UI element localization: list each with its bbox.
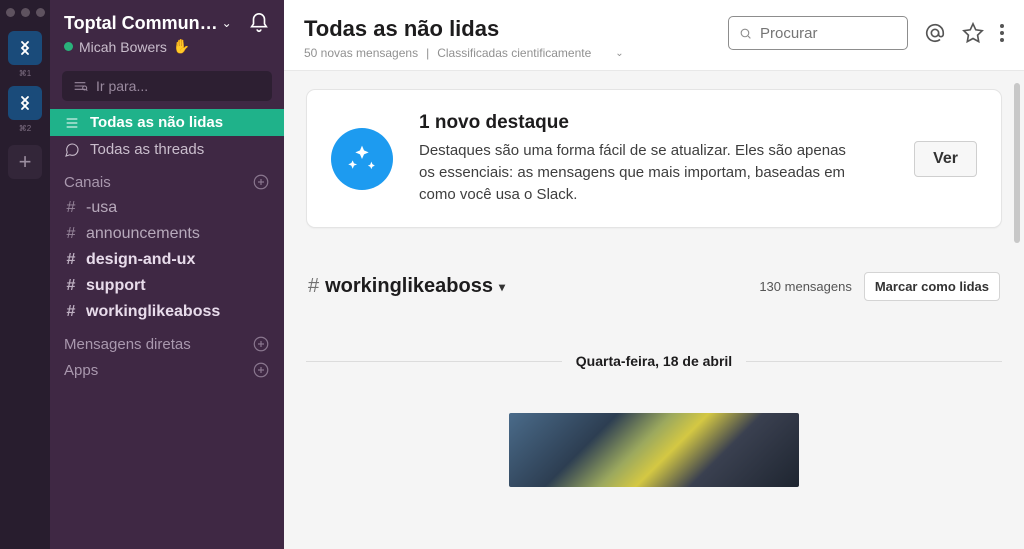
search-box[interactable] <box>728 16 908 50</box>
nav-threads-label: Todas as threads <box>90 141 204 158</box>
channel-item[interactable]: # support <box>50 273 284 299</box>
channel-name: announcements <box>86 225 200 243</box>
channel-name: design-and-ux <box>86 251 195 269</box>
search-input[interactable] <box>760 25 897 42</box>
channel-item[interactable]: # design-and-ux <box>50 247 284 273</box>
highlight-body: Destaques são uma forma fácil de se atua… <box>419 140 849 205</box>
workspace-shortcut-1: ⌘1 <box>19 69 31 78</box>
message-count: 130 mensagens <box>759 279 852 294</box>
workspace-name: Toptal Commun… <box>64 13 218 34</box>
more-menu-icon[interactable] <box>1000 24 1004 42</box>
threads-icon <box>64 142 80 158</box>
apps-section-header[interactable]: Apps <box>50 357 284 383</box>
hash-icon: # <box>64 251 78 269</box>
nav-unreads-label: Todas as não lidas <box>90 114 223 131</box>
channel-item[interactable]: # workinglikeaboss <box>50 299 284 325</box>
view-highlight-button[interactable]: Ver <box>914 141 977 177</box>
hash-icon: # <box>64 225 78 243</box>
channel-name: -usa <box>86 199 117 217</box>
sort-label: Classificadas cientificamente <box>437 46 591 60</box>
channels-section-header[interactable]: Canais <box>50 163 284 195</box>
channel-item[interactable]: # announcements <box>50 221 284 247</box>
search-icon <box>739 26 752 41</box>
user-name: Micah Bowers <box>79 39 167 55</box>
nav-all-threads[interactable]: Todas as threads <box>50 136 284 163</box>
caret-down-icon: ▾ <box>499 280 505 294</box>
dm-heading: Mensagens diretas <box>64 336 191 353</box>
unreads-icon <box>64 115 80 131</box>
window-controls[interactable] <box>6 8 45 17</box>
main-area: Todas as não lidas 50 novas mensagens | … <box>284 0 1024 549</box>
workspace-icon-2[interactable] <box>8 86 42 120</box>
channel-expand-toggle[interactable]: # workinglikeaboss ▾ <box>308 275 505 298</box>
scrollbar[interactable] <box>1014 83 1020 537</box>
sparkle-icon <box>331 128 393 190</box>
page-subtitle[interactable]: 50 novas mensagens | Classificadas cient… <box>304 46 624 60</box>
unread-count: 50 novas mensagens <box>304 46 418 60</box>
sidebar: Toptal Commun… ⌄ Micah Bowers ✋ Ir para.… <box>50 0 284 549</box>
mentions-icon[interactable] <box>924 22 946 44</box>
date-label: Quarta-feira, 18 de abril <box>576 353 732 369</box>
jump-to-input[interactable]: Ir para... <box>62 71 272 101</box>
highlight-card: 1 novo destaque Destaques são uma forma … <box>306 89 1002 228</box>
message-image[interactable] <box>509 413 799 487</box>
notifications-bell-icon[interactable] <box>248 12 270 34</box>
hash-icon: # <box>64 277 78 295</box>
scrollbar-thumb[interactable] <box>1014 83 1020 243</box>
hash-icon: # <box>308 275 319 298</box>
add-workspace-button[interactable]: + <box>8 145 42 179</box>
page-title: Todas as não lidas <box>304 16 624 42</box>
content-scroll[interactable]: 1 novo destaque Destaques são uma forma … <box>284 71 1024 549</box>
apps-heading: Apps <box>64 362 98 379</box>
add-dm-icon[interactable] <box>252 335 270 353</box>
hash-icon: # <box>64 303 78 321</box>
jump-icon <box>72 78 88 94</box>
date-divider: Quarta-feira, 18 de abril <box>306 353 1002 369</box>
workspace-rail: ⌘1 ⌘2 + <box>0 0 50 549</box>
channel-name: workinglikeaboss <box>325 275 493 298</box>
channel-name: workinglikeaboss <box>86 303 220 321</box>
star-icon[interactable] <box>962 22 984 44</box>
presence-indicator <box>64 42 73 51</box>
channel-unread-header: # workinglikeaboss ▾ 130 mensagens Marca… <box>306 272 1002 301</box>
separator: | <box>426 46 429 60</box>
current-user[interactable]: Micah Bowers ✋ <box>64 38 270 55</box>
workspace-switcher[interactable]: Toptal Commun… ⌄ <box>64 13 232 34</box>
chevron-down-icon: ⌄ <box>615 48 623 59</box>
highlight-title: 1 novo destaque <box>419 112 888 134</box>
workspace-shortcut-2: ⌘2 <box>19 124 31 133</box>
workspace-icon-1[interactable] <box>8 31 42 65</box>
user-status-emoji: ✋ <box>173 38 190 55</box>
topbar: Todas as não lidas 50 novas mensagens | … <box>284 0 1024 71</box>
channel-name: support <box>86 277 146 295</box>
channel-item[interactable]: # -usa <box>50 195 284 221</box>
mark-as-read-button[interactable]: Marcar como lidas <box>864 272 1000 301</box>
chevron-down-icon: ⌄ <box>222 16 232 30</box>
add-app-icon[interactable] <box>252 361 270 379</box>
channels-heading: Canais <box>64 174 111 191</box>
dm-section-header[interactable]: Mensagens diretas <box>50 325 284 357</box>
hash-icon: # <box>64 199 78 217</box>
jump-placeholder: Ir para... <box>96 78 148 94</box>
add-channel-icon[interactable] <box>252 173 270 191</box>
nav-all-unreads[interactable]: Todas as não lidas <box>50 109 284 136</box>
